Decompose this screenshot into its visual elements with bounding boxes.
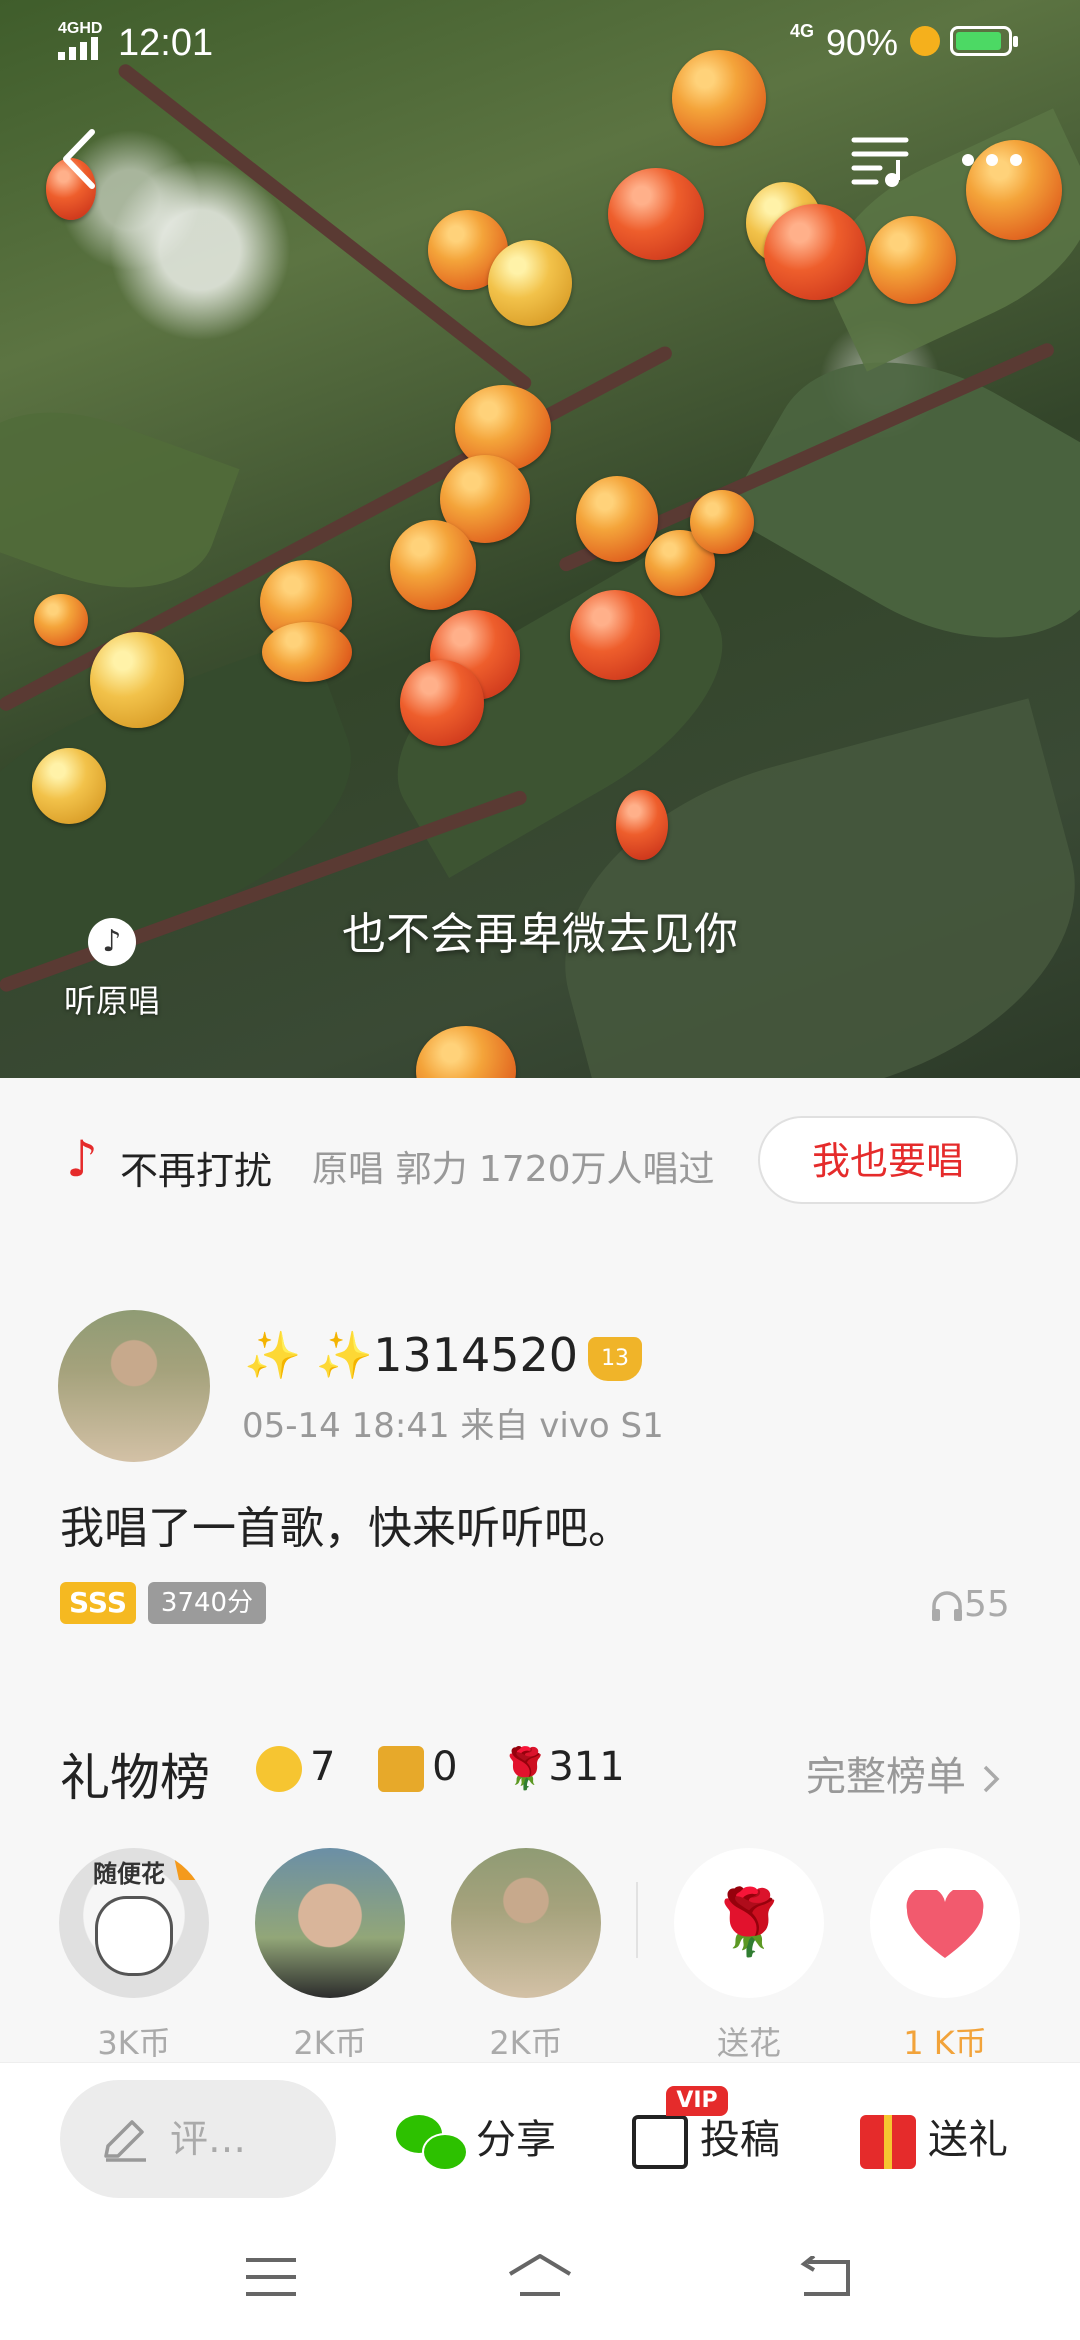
post-time-source: 05-14 18:41 来自 vivo S1 [242, 1406, 664, 1446]
back-nav-icon [800, 2254, 850, 2296]
more-icon [962, 154, 1022, 166]
back-nav-button[interactable] [796, 2254, 852, 2298]
back-button[interactable] [56, 124, 106, 194]
home-icon [508, 2254, 572, 2296]
chevron-right-icon [983, 1765, 1000, 1793]
gifter-avatar [255, 1848, 405, 1998]
share-label: 分享 [476, 2117, 556, 2163]
listen-count-value: 55 [964, 1584, 1010, 1625]
back-arrow-icon [63, 129, 95, 189]
cherry-decoration [400, 660, 484, 746]
status-bar: 4GHD 12:01 4G 90% [0, 0, 1080, 90]
post-text: 我唱了一首歌，快来听听吧。 [60, 1503, 632, 1554]
cherry-decoration [616, 790, 668, 860]
cherry-decoration [390, 520, 476, 610]
cherry-decoration [90, 632, 184, 728]
rose-gift-icon: 🌹 [674, 1848, 824, 1998]
playlist-icon [851, 137, 909, 187]
cherry-decoration [34, 594, 88, 646]
cherry-decoration [608, 168, 704, 260]
gifter-amount: 2K币 [489, 2024, 563, 2062]
full-list-link[interactable]: 完整榜单 [806, 1744, 1003, 1802]
sing-too-button[interactable]: 我也要唱 [758, 1116, 1018, 1204]
sparkle-icon: ✨ ✨ [244, 1328, 374, 1382]
cherry-decoration [576, 476, 658, 562]
crown-icon [173, 1848, 209, 1880]
gift-board-title: 礼物榜 [60, 1749, 210, 1807]
full-list-label: 完整榜单 [806, 1754, 966, 1800]
gifter-caption: 随便花 [93, 1860, 165, 1888]
meme-face-icon [95, 1896, 173, 1976]
grade-badge: SSS [60, 1582, 136, 1624]
data-type: 4G [790, 21, 815, 41]
signal-icon [58, 36, 106, 60]
top-gifter-3[interactable]: 2K币 [450, 1848, 602, 2064]
listen-original-label: 听原唱 [63, 982, 160, 1020]
author-username: 1314520 [373, 1328, 579, 1382]
top-gifter-2[interactable]: 2K币 [254, 1848, 406, 2064]
rose-icon: 🌹 [500, 1746, 551, 1792]
score-badge: 3740分 [148, 1582, 266, 1624]
song-title[interactable]: 不再打扰 [120, 1140, 280, 1195]
level-trophy-icon: 13 [588, 1336, 643, 1381]
more-button[interactable] [960, 140, 1024, 180]
cherry-decoration [690, 490, 754, 554]
heart-icon [870, 1848, 1020, 1998]
battery-percent: 90% [826, 22, 899, 63]
playlist-button[interactable] [850, 130, 910, 190]
coin-icon [256, 1746, 302, 1792]
submit-icon [632, 2115, 688, 2169]
submit-label: 投稿 [700, 2117, 780, 2163]
music-note-icon: ♪ [88, 918, 136, 966]
gift-stats: 7 0 🌹311 [256, 1744, 655, 1792]
cherry-decoration [32, 748, 106, 824]
home-nav-button[interactable] [508, 2252, 572, 2298]
heart-gift-button[interactable]: 1 K币 [870, 1848, 1020, 2064]
song-meta[interactable]: 原唱 郭力 1720万人唱过 [312, 1140, 742, 1192]
listen-count: 55 [930, 1584, 1010, 1625]
cherry-decoration [764, 204, 866, 300]
gifter-amount: 3K币 [97, 2024, 171, 2062]
send-gift-label: 送礼 [928, 2117, 1008, 2163]
share-button[interactable]: 分享 [396, 2110, 556, 2171]
listen-original-button[interactable]: ♪ 听原唱 [52, 918, 172, 1028]
song-note-icon: ♪ [66, 1130, 98, 1188]
submit-button[interactable]: 投稿 [632, 2110, 780, 2170]
menu-nav-button[interactable] [246, 2258, 296, 2296]
cherry-decoration [868, 216, 956, 304]
status-time: 12:01 [118, 22, 214, 64]
cherry-decoration [488, 240, 572, 326]
charging-icon [910, 26, 940, 56]
vip-badge: VIP [666, 2086, 728, 2116]
cherry-decoration [416, 1026, 516, 1078]
heart-gift-label: 1 K币 [903, 2024, 987, 2062]
gift-divider [636, 1882, 638, 1958]
send-gift-button[interactable]: 送礼 [860, 2110, 1008, 2170]
top-gifter-1[interactable]: 随便花 3K币 [58, 1848, 210, 2064]
wechat-icon [396, 2115, 468, 2171]
gifter-avatar [451, 1848, 601, 1998]
flower-count: 311 [548, 1744, 625, 1790]
cherry-decoration [570, 590, 660, 680]
cherry-decoration [262, 622, 352, 682]
gifter-avatar: 随便花 [59, 1848, 209, 1998]
headphones-icon [932, 1591, 962, 1621]
coin-count: 7 [310, 1744, 336, 1790]
send-flower-button[interactable]: 🌹 送花 [674, 1848, 824, 2064]
author-name[interactable]: ✨ ✨1314520 13 [244, 1328, 643, 1383]
box-count: 0 [432, 1744, 458, 1790]
battery-icon [950, 26, 1018, 56]
author-avatar[interactable] [58, 1310, 210, 1462]
send-flower-label: 送花 [716, 2024, 781, 2062]
gift-icon [860, 2115, 916, 2169]
pencil-icon [100, 2116, 150, 2162]
treasure-box-icon [378, 1746, 425, 1792]
leaf-decoration [0, 380, 240, 620]
gifter-amount: 2K币 [293, 2024, 367, 2062]
